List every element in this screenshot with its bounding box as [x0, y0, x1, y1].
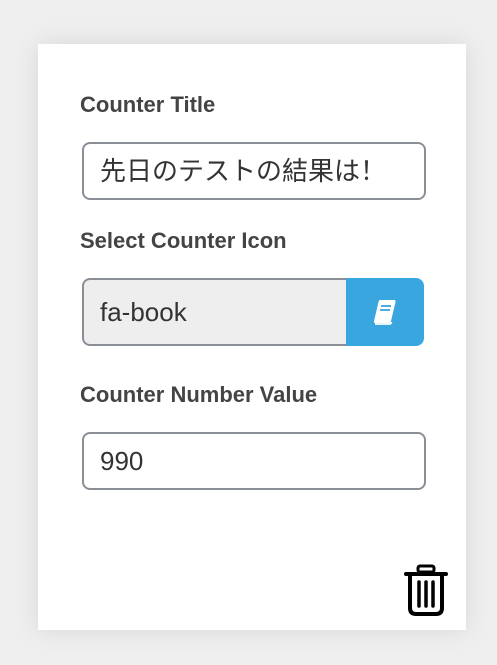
counter-number-label: Counter Number Value	[80, 382, 318, 407]
trash-icon[interactable]	[404, 564, 448, 616]
counter-title-label: Counter Title	[80, 92, 216, 117]
counter-number-input[interactable]: 990	[82, 432, 426, 490]
icon-picker-group: fa-book	[82, 278, 424, 346]
book-icon	[373, 300, 396, 325]
counter-icon-label: Select Counter Icon	[80, 228, 287, 253]
counter-title-input[interactable]: 先日のテストの結果は！	[82, 142, 426, 200]
counter-settings-card: Counter Title 先日のテストの結果は！ Select Counter…	[38, 44, 466, 630]
icon-picker-button[interactable]	[346, 278, 424, 346]
counter-icon-input[interactable]: fa-book	[82, 278, 346, 346]
